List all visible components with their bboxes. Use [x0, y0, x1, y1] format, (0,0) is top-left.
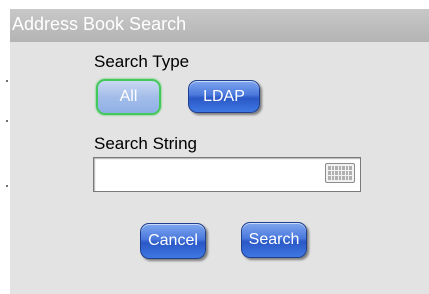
- edge-mark: [6, 80, 8, 82]
- dialog-title: Address Book Search: [12, 14, 187, 34]
- search-button-label: Search: [248, 231, 300, 248]
- search-type-ldap-label: LDAP: [203, 87, 245, 105]
- search-string-label: Search String: [94, 134, 197, 153]
- cancel-button[interactable]: Cancel: [140, 223, 206, 259]
- edge-mark: [6, 120, 8, 122]
- keyboard-icon[interactable]: [325, 163, 355, 183]
- search-type-all-label: All: [119, 88, 138, 105]
- search-type-label: Search Type: [94, 52, 190, 71]
- search-string-field[interactable]: [93, 157, 361, 192]
- dialog-title-bar: Address Book Search: [10, 9, 429, 42]
- address-book-search-dialog: Address Book Search Search Type All LDAP…: [10, 9, 429, 294]
- search-type-all-button[interactable]: All: [96, 79, 161, 115]
- edge-mark: [6, 185, 8, 187]
- cancel-button-label: Cancel: [148, 232, 198, 249]
- search-type-ldap-button[interactable]: LDAP: [188, 80, 260, 113]
- search-button[interactable]: Search: [241, 222, 307, 258]
